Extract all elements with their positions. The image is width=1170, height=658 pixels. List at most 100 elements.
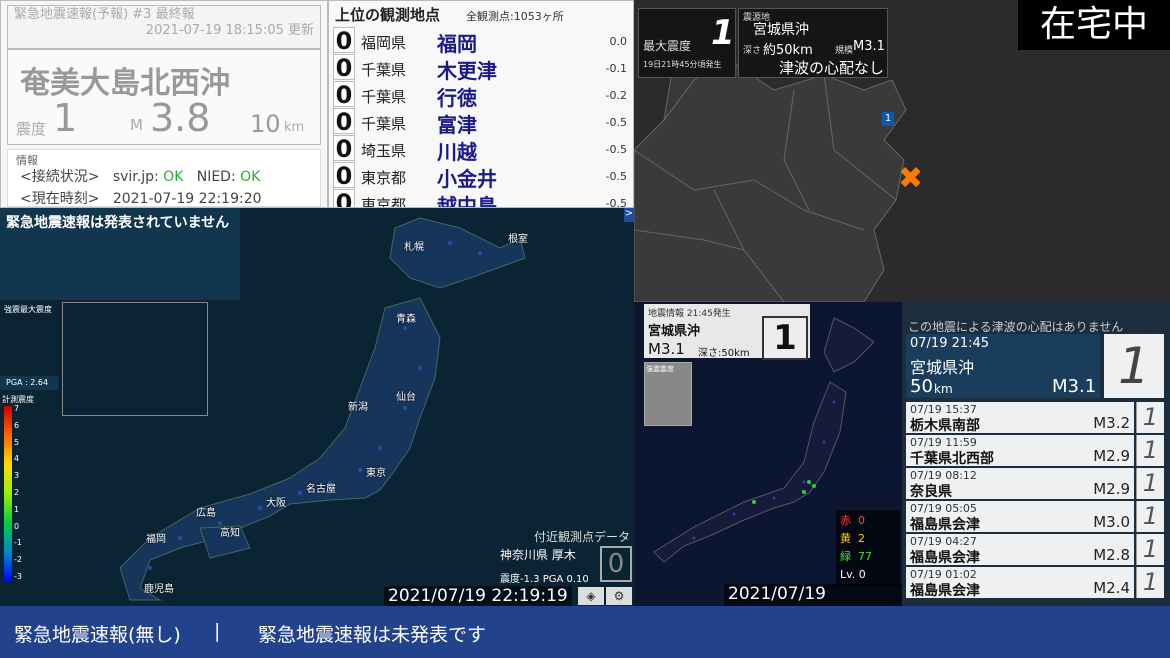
city-label: 福岡: [146, 534, 166, 545]
shindo-color-scale: [4, 406, 12, 582]
map2-mag: M3.1: [648, 340, 685, 358]
history-row[interactable]: 07/19 08:12 奈良県 M2.9 1: [906, 468, 1164, 500]
scale-tick: 1: [14, 504, 20, 514]
quake-history: この地震による津波の心配はありません 07/19 21:45 宮城県沖 50 k…: [902, 302, 1170, 606]
history-row[interactable]: 07/19 01:02 福島県会津 M2.4 1: [906, 567, 1164, 599]
epicenter-map[interactable]: 最大震度 1 19日21時45分頃発生 震源地 宮城県沖 深さ 約50km 規模…: [634, 0, 1170, 302]
rank-pref: 福岡県: [361, 34, 407, 52]
city-label: 高知: [220, 528, 240, 539]
ranking-row: 0 埼玉県 川越 -0.5: [331, 135, 631, 164]
map2-timestamp: 2021/07/19 22:19:18: [724, 584, 902, 606]
bottom-separator: |: [214, 620, 221, 642]
history-shindo: 1: [1136, 567, 1164, 598]
now-label: <現在時刻>: [20, 191, 100, 207]
island-inset: [62, 302, 208, 416]
scale-tick: -2: [14, 555, 22, 565]
map2-title: 地震情報 21:45発生: [648, 309, 731, 319]
history-row[interactable]: 07/19 11:59 千葉県北西部 M2.9 1: [906, 435, 1164, 467]
eew-info: 情報 <接続状況> svir.jp: OK NIED: OK <現在時刻> 20…: [7, 149, 321, 207]
scale-ticks: 7 6 5 4 3 2 1 0 -1 -2 -3: [14, 404, 34, 586]
scale-label: 規模: [835, 46, 854, 56]
city-label: 根室: [508, 234, 528, 245]
history-mag: M2.8: [1093, 546, 1130, 564]
history-row[interactable]: 07/19 15:37 栃木県南部 M3.2 1: [906, 402, 1164, 434]
quake-summary-box: 震源地 宮城県沖 深さ 約50km 規模 M3.1 津波の心配なし: [738, 8, 888, 78]
nearby-shindo: 0: [600, 546, 632, 582]
history-mag: M2.9: [1093, 447, 1130, 465]
latest-quake[interactable]: 07/19 21:45 宮城県沖 50 km M3.1 1: [906, 334, 1164, 398]
ranking-panel: 上位の観測地点 全観測点:1053ヶ所 0 福岡県 福岡 0.0 0 千葉県 木更…: [328, 0, 634, 208]
rank-shindo: 0: [333, 108, 355, 135]
rank-value: -0.5: [605, 170, 627, 183]
quake-info-map[interactable]: 地震情報 21:45発生 宮城県沖 M3.1 深さ:50km 1 強震震度 赤 …: [634, 302, 902, 606]
rank-city: 行徳: [437, 86, 477, 110]
rank-pref: 埼玉県: [361, 142, 407, 160]
scale-tick: 0: [14, 521, 20, 531]
station-shindo-marker: 1: [882, 112, 894, 126]
ranking-row: 0 東京都 越中島 -0.5: [331, 189, 631, 207]
ranking-row: 0 千葉県 行徳 -0.2: [331, 81, 631, 110]
rank-value: -0.1: [605, 62, 627, 75]
scale-tick: 7: [14, 404, 20, 413]
rank-shindo: 0: [333, 189, 355, 207]
max-shindo-label: 最大震度: [643, 39, 692, 53]
eew-title: 緊急地震速報(予報) #3 最終報: [14, 7, 195, 22]
eew-mag-value: 3.8: [150, 96, 211, 140]
ranking-subtitle: 全観測点:1053ヶ所: [466, 10, 564, 23]
expand-button[interactable]: >: [624, 208, 634, 222]
locate-icon[interactable]: ◈: [578, 587, 604, 605]
eew-summary: 奄美大島北西沖 震度 1 M 3.8 10 km: [7, 49, 321, 145]
history-mag: M2.9: [1093, 480, 1130, 498]
eew-notice-text: 緊急地震速報は発表されていません: [6, 215, 230, 231]
station-legend: 赤 0黄 2緑 77 Lv. 0: [836, 510, 900, 586]
inset-label: 強震最大震度: [4, 305, 52, 314]
history-shindo: 1: [1136, 435, 1164, 466]
history-place: 栃木県南部: [910, 418, 980, 434]
bottom-left: 緊急地震速報(無し): [14, 624, 181, 646]
mag-value: M3.1: [853, 39, 885, 54]
legend-row: 黄 2: [840, 530, 865, 546]
map2-inset: 強震震度: [644, 362, 692, 426]
rank-shindo: 0: [333, 135, 355, 162]
history-shindo: 1: [1136, 402, 1164, 433]
history-place: 福島県会津: [910, 550, 980, 566]
history-row[interactable]: 07/19 04:27 福島県会津 M2.8 1: [906, 534, 1164, 566]
ranking-row: 0 福岡県 福岡 0.0: [331, 27, 631, 56]
nearby-values: 震度-1.3 PGA 0.10: [500, 574, 589, 585]
legend-count: 2: [858, 532, 865, 545]
scale-tick: 3: [14, 471, 20, 481]
eew-depth-value: 10: [250, 110, 281, 138]
gear-icon[interactable]: ⚙: [606, 587, 632, 605]
scale-tick: -1: [14, 538, 22, 548]
scale-tick: -3: [14, 572, 22, 581]
eew-updated: 2021-07-19 18:15:05 更新: [145, 23, 314, 38]
legend-count: 77: [858, 550, 872, 563]
rank-shindo: 0: [333, 162, 355, 189]
rank-city: 川越: [437, 140, 477, 164]
city-label: 東京: [366, 468, 386, 479]
eew-mag-label: M: [130, 116, 143, 134]
history-shindo: 1: [1136, 501, 1164, 532]
ranking-title: 上位の観測地点: [335, 6, 441, 24]
history-shindo: 1: [1136, 534, 1164, 565]
home-status: 在宅中: [1018, 0, 1170, 50]
history-row[interactable]: 07/19 05:05 福島県会津 M3.0 1: [906, 501, 1164, 533]
map2-inset-label: 強震震度: [646, 365, 674, 373]
eew-notice: 緊急地震速報は発表されていません: [0, 208, 240, 300]
eew-panel: 緊急地震速報(予報) #3 最終報 2021-07-19 18:15:05 更新…: [0, 0, 328, 208]
rank-pref: 千葉県: [361, 88, 407, 106]
scale-tick: 6: [14, 420, 20, 430]
rank-value: 0.0: [609, 35, 628, 48]
eew-shindo-label: 震度: [16, 120, 47, 138]
nearby-title: 付近観測点データ: [533, 530, 630, 544]
src-region: 宮城県沖: [753, 22, 809, 38]
history-mag: M2.4: [1093, 579, 1130, 597]
japan-shindo-map[interactable]: 緊急地震速報は発表されていません 強震最大震度 PGA : 2.64 計測震度 …: [0, 208, 634, 606]
city-label: 新潟: [348, 402, 368, 413]
now-value: 2021-07-19 22:19:20: [112, 191, 262, 207]
rank-city: 木更津: [437, 59, 497, 83]
eew-shindo-value: 1: [53, 96, 78, 140]
tsunami-status: 津波の心配なし: [779, 59, 885, 77]
depth-value: 約50km: [763, 43, 813, 58]
nearby-station: 神奈川県 厚木: [500, 548, 576, 562]
